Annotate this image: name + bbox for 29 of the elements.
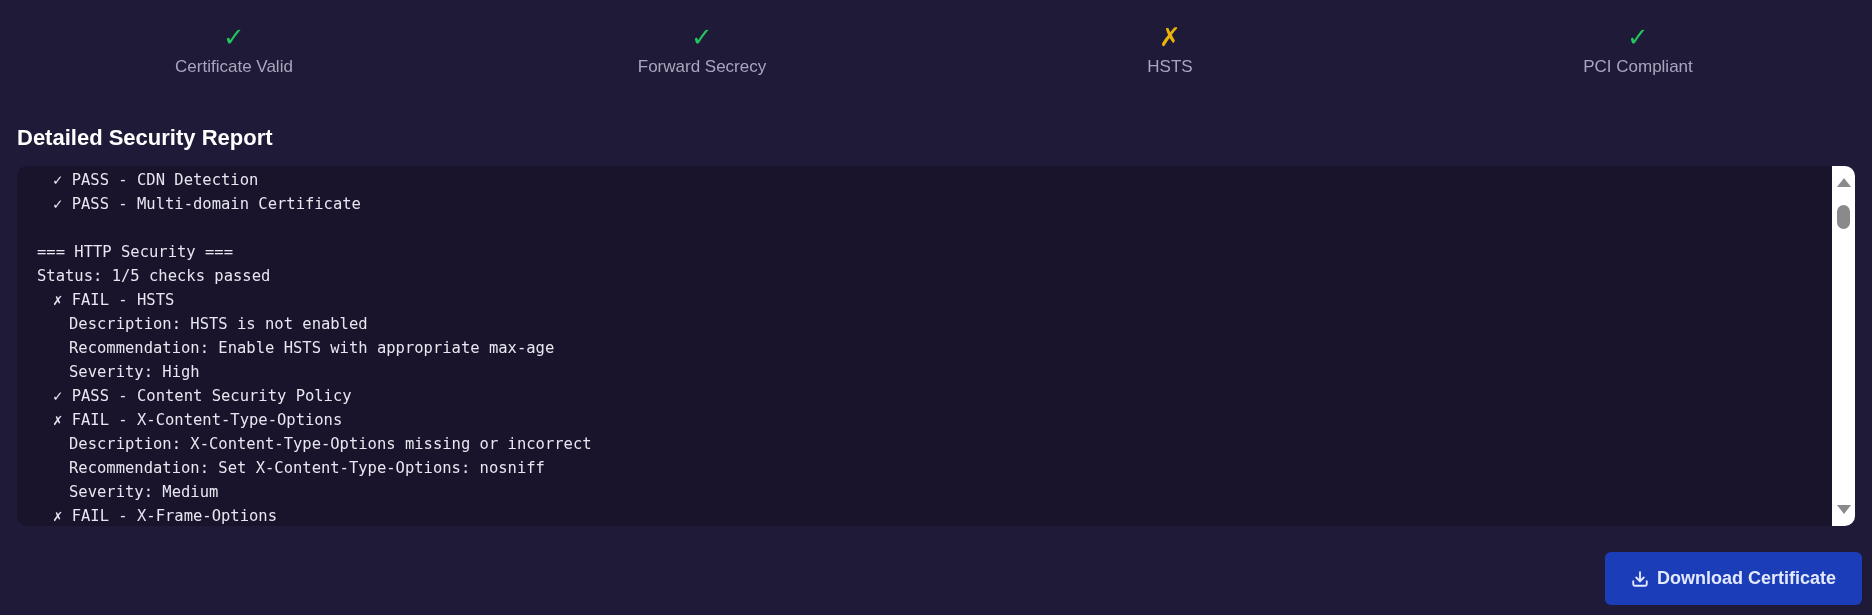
report-line: Description: X-Content-Type-Options missing or incorrect <box>69 435 592 453</box>
section-title: Detailed Security Report <box>16 124 274 152</box>
report-line: ✓ PASS - CDN Detection <box>53 171 259 189</box>
report-line: Recommendation: Enable HSTS with appropriate max-age <box>69 339 555 357</box>
scrollbar[interactable] <box>1832 166 1855 526</box>
check-label: PCI Compliant <box>1583 56 1693 78</box>
scroll-thumb[interactable] <box>1837 205 1850 229</box>
check-label: Forward Secrecy <box>637 56 767 78</box>
download-icon <box>1630 569 1649 588</box>
report-line: Status: 1/5 checks passed <box>37 267 271 285</box>
status-icon: ✓ <box>691 22 713 52</box>
report-line: Severity: High <box>69 363 200 381</box>
report-line: Description: HSTS is not enabled <box>69 315 368 333</box>
status-icon: ✓ <box>223 22 245 52</box>
report-line: ✓ PASS - Multi-domain Certificate <box>53 195 361 213</box>
report-line: ✓ PASS - Content Security Policy <box>53 387 352 405</box>
scroll-down-icon[interactable] <box>1836 505 1851 514</box>
status-icon: ✗ <box>1159 22 1181 52</box>
report-line: ✗ FAIL - X-Content-Type-Options <box>53 411 343 429</box>
check-label: HSTS <box>1147 56 1193 78</box>
scroll-up-icon[interactable] <box>1836 178 1851 187</box>
report-line: ✗ FAIL - X-Frame-Options <box>53 507 277 525</box>
report-line: Recommendation: Set X-Content-Type-Options: nosniff <box>69 459 545 477</box>
download-button[interactable]: Download Certificate <box>1604 552 1862 605</box>
report-line: Severity: Medium <box>69 483 219 501</box>
report-line: === HTTP Security === <box>37 243 233 261</box>
check-label: Certificate Valid <box>175 56 293 78</box>
status-icon: ✓ <box>1627 22 1649 52</box>
report-line: ✗ FAIL - HSTS <box>53 291 175 309</box>
